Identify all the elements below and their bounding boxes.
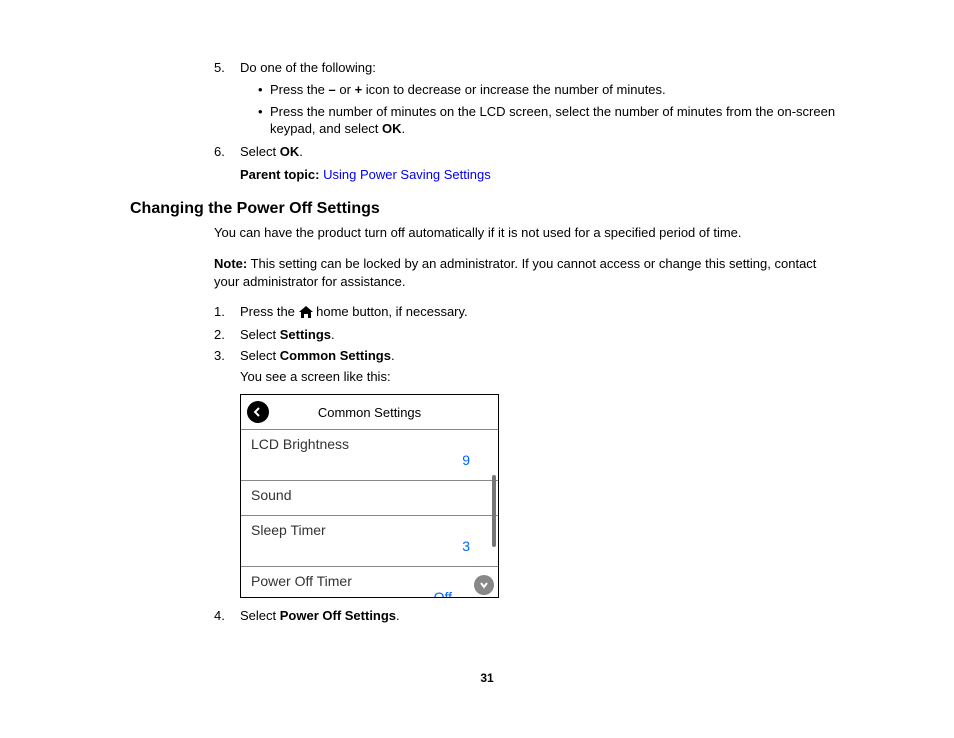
step-6-num: 6.	[214, 144, 225, 159]
step-2: 2. Select Settings.	[214, 327, 844, 342]
step-6: 6. Select OK.	[214, 144, 844, 159]
step-3: 3. Select Common Settings. You see a scr…	[214, 348, 844, 384]
screen-title: Common Settings	[318, 405, 421, 420]
row-lcd-brightness[interactable]: LCD Brightness 9	[241, 430, 498, 481]
parent-topic: Parent topic: Using Power Saving Setting…	[214, 167, 844, 182]
chevron-down-icon[interactable]	[474, 575, 494, 595]
screen-header: Common Settings	[241, 395, 498, 430]
step-5-num: 5.	[214, 60, 225, 75]
note: Note: This setting can be locked by an a…	[214, 255, 844, 290]
step-1: 1. Press the home button, if necessary.	[214, 304, 844, 321]
step-5-text: Do one of the following:	[240, 60, 376, 75]
section-heading: Changing the Power Off Settings	[130, 200, 844, 218]
row-power-off-timer[interactable]: Power Off Timer Off	[241, 567, 498, 597]
minus-icon: –	[329, 82, 336, 97]
intro-text: You can have the product turn off automa…	[214, 224, 844, 242]
step-4: 4. Select Power Off Settings.	[214, 608, 844, 623]
row-sound[interactable]: Sound	[241, 481, 498, 516]
back-icon[interactable]	[247, 401, 269, 423]
lcd-screenshot: Common Settings LCD Brightness 9 Sound S…	[240, 394, 499, 598]
step-3-sub: You see a screen like this:	[240, 369, 844, 384]
home-icon	[299, 306, 313, 321]
page-number: 31	[130, 671, 844, 685]
row-sleep-timer[interactable]: Sleep Timer 3	[241, 516, 498, 567]
parent-topic-link[interactable]: Using Power Saving Settings	[323, 167, 491, 182]
step-5: 5. Do one of the following: Press the – …	[214, 60, 844, 138]
step-5-bullet-2: Press the number of minutes on the LCD s…	[258, 103, 844, 138]
step-5-bullet-1: Press the – or + icon to decrease or inc…	[258, 81, 844, 99]
